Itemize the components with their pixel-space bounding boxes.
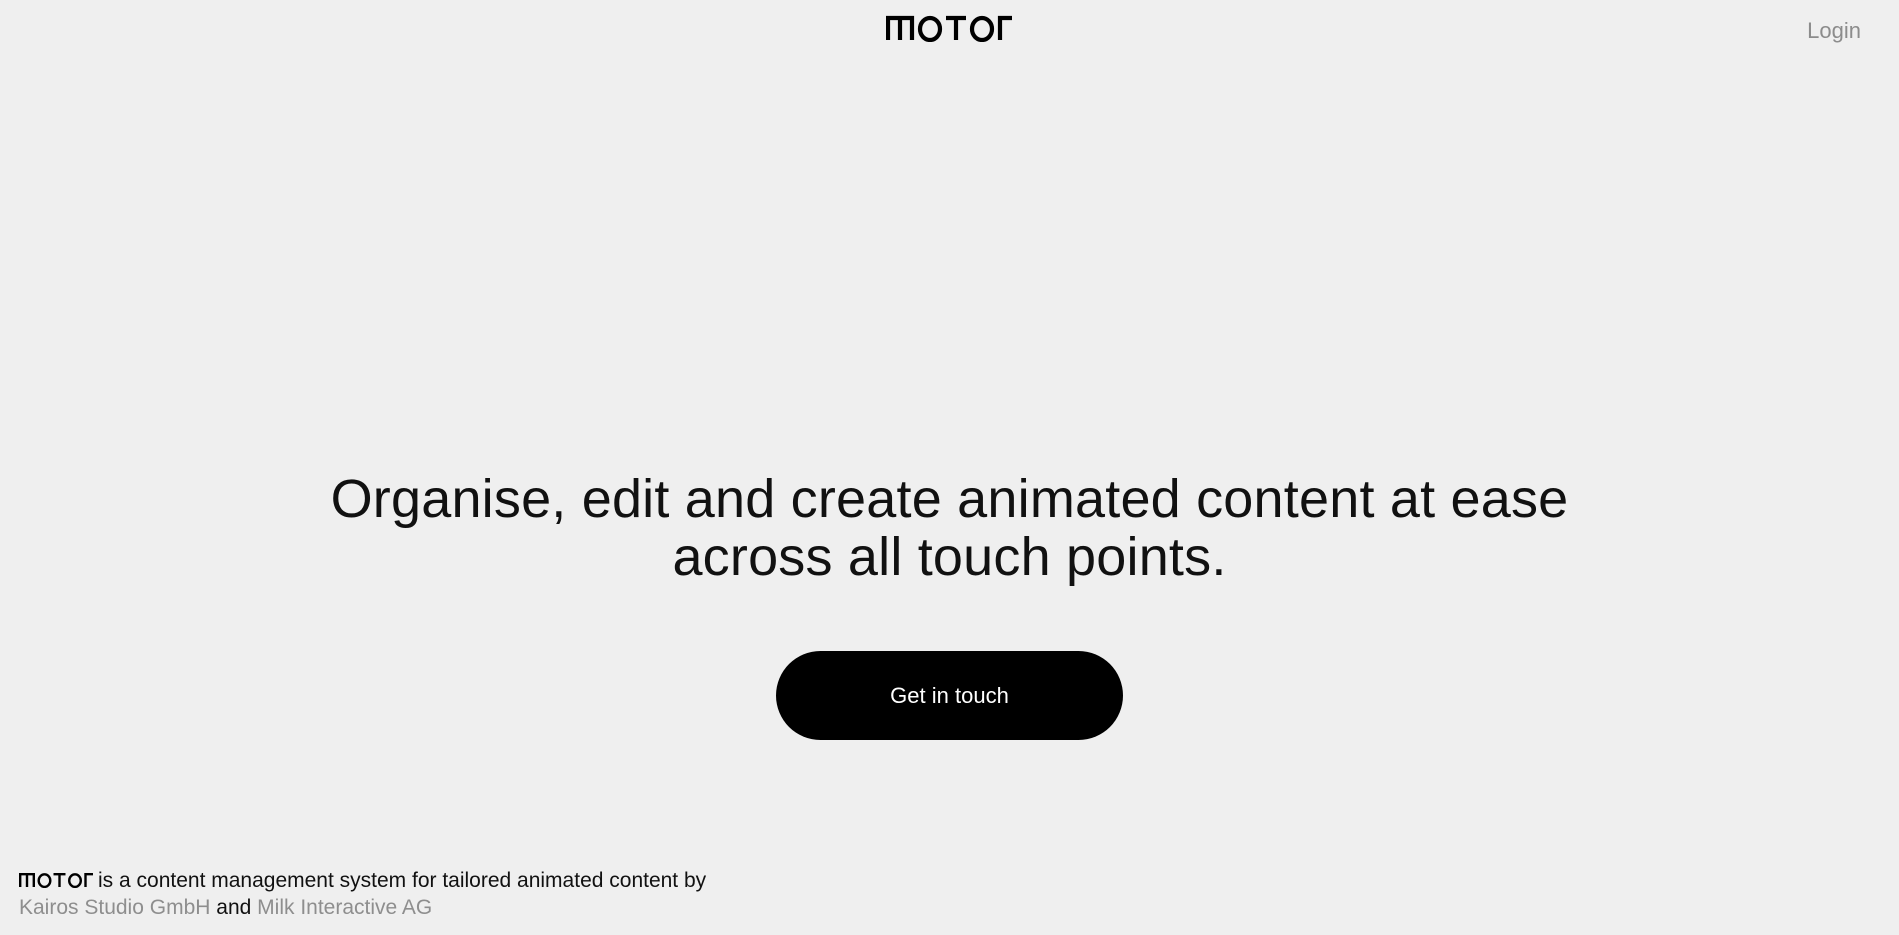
kairos-studio-link[interactable]: Kairos Studio GmbH bbox=[19, 896, 210, 919]
hero-headline: Organise, edit and create animated conte… bbox=[0, 470, 1899, 586]
hero-headline-line1: Organise, edit and create animated conte… bbox=[330, 469, 1569, 529]
get-in-touch-button[interactable]: Get in touch bbox=[776, 651, 1123, 740]
motor-logo[interactable] bbox=[886, 14, 1014, 42]
footer-line-1: is a content management system for tailo… bbox=[19, 867, 706, 894]
footer-conjunction: and bbox=[216, 896, 252, 919]
footer-description: is a content management system for tailo… bbox=[98, 869, 707, 892]
login-link[interactable]: Login bbox=[1807, 18, 1861, 44]
milk-interactive-link[interactable]: Milk Interactive AG bbox=[257, 896, 432, 919]
hero-headline-line2: across all touch points. bbox=[672, 527, 1227, 587]
footer-credits: is a content management system for tailo… bbox=[19, 867, 706, 921]
motor-wordmark-small bbox=[19, 873, 93, 888]
footer-line-2: Kairos Studio GmbH and Milk Interactive … bbox=[19, 894, 706, 921]
